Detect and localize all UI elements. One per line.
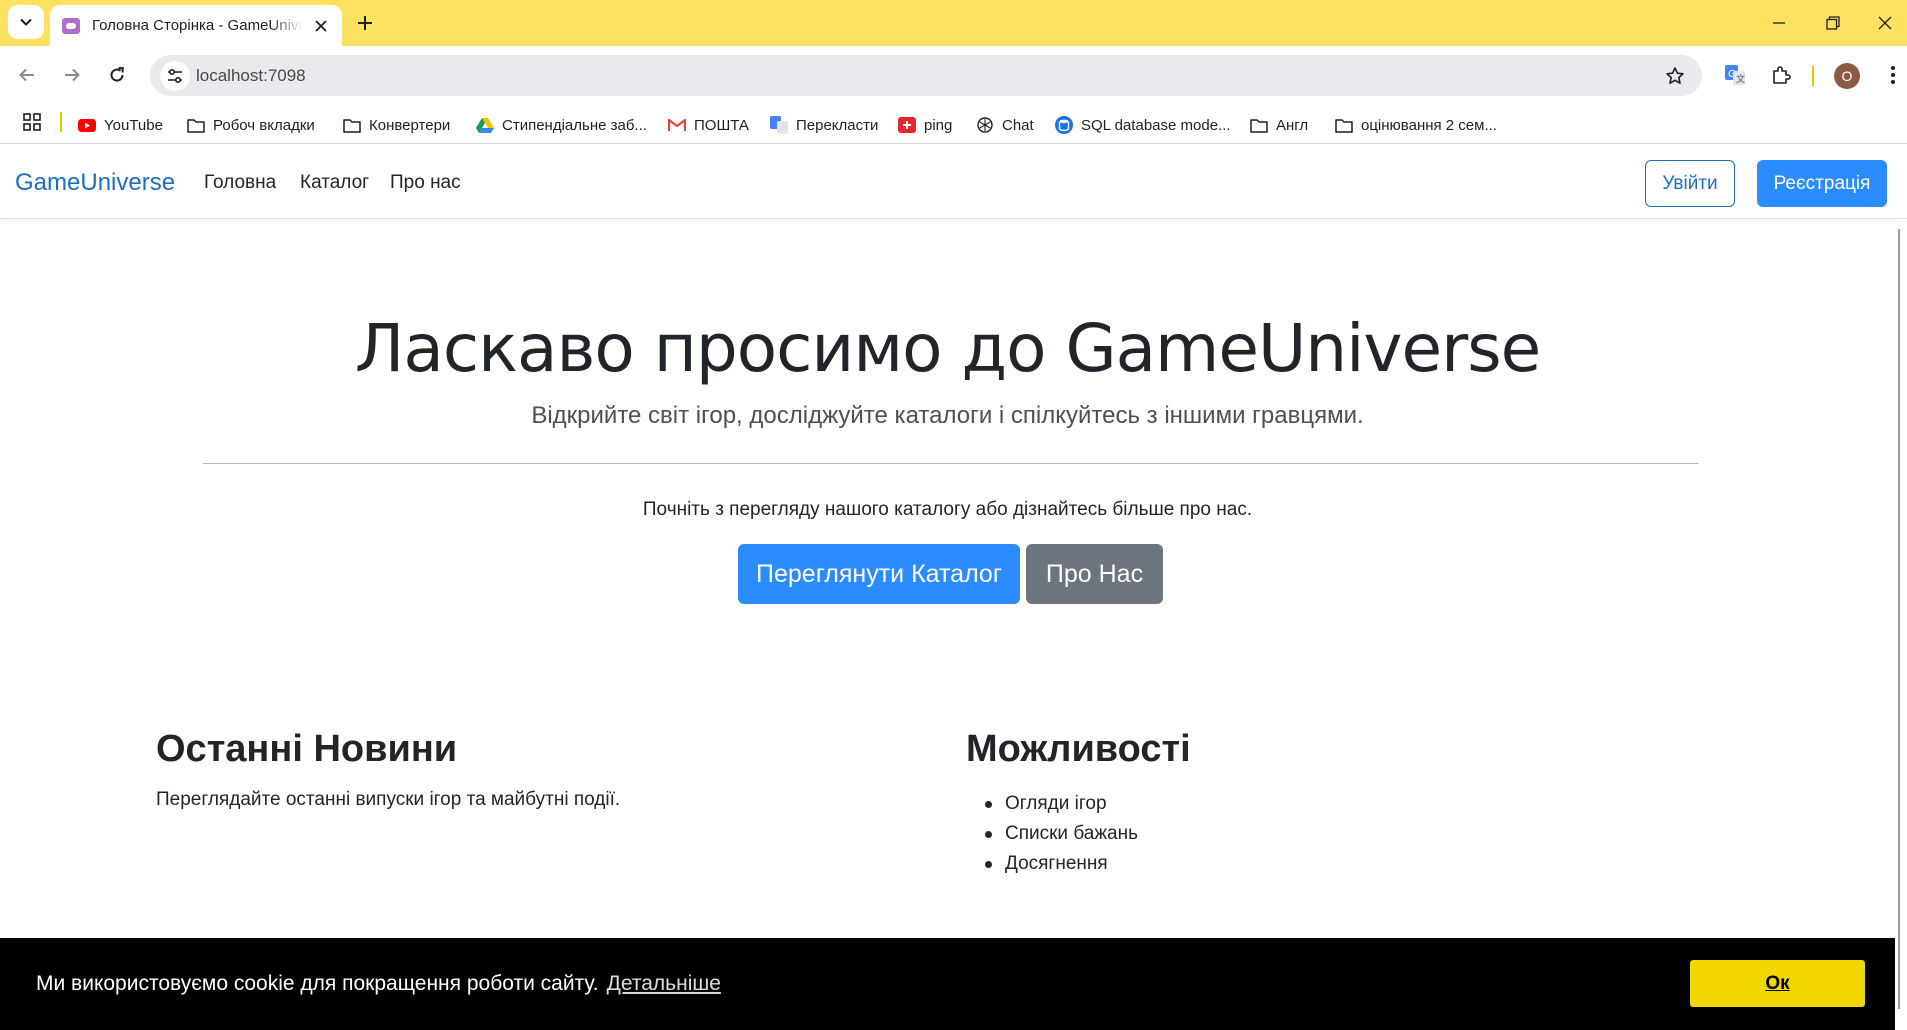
- hero-lead-text: Почніть з перегляду нашого каталогу або …: [642, 499, 1253, 520]
- folder-icon: [187, 116, 205, 134]
- features-list: Огляди ігор Списки бажань Досягнення: [984, 789, 1138, 879]
- list-item: Досягнення: [984, 849, 1138, 879]
- list-item: Огляди ігор: [984, 789, 1138, 819]
- translate-icon: [770, 116, 788, 134]
- site-info-tune-icon[interactable]: [160, 61, 190, 91]
- url-text: localhost:7098: [196, 66, 306, 85]
- hero-divider: [203, 463, 1698, 464]
- new-tab-plus-icon[interactable]: [352, 10, 378, 36]
- features-heading: Можливості: [966, 728, 1191, 770]
- restore-icon[interactable]: [1818, 8, 1848, 38]
- site-brand-link[interactable]: GameUniverse: [15, 169, 175, 197]
- hero-subtitle: Відкрийте світ ігор, досліджуйте каталог…: [531, 402, 1364, 429]
- tab-close-icon[interactable]: [312, 17, 330, 35]
- bookmarks-separator: [60, 112, 62, 132]
- bookmark-konverteri[interactable]: Конвертери: [343, 113, 450, 137]
- scrollbar-thumb[interactable]: [1898, 229, 1900, 1009]
- bookmark-angl[interactable]: Англ: [1250, 113, 1308, 137]
- drive-icon: [476, 116, 494, 134]
- tab-search-button[interactable]: [8, 5, 44, 39]
- nav-link-catalog[interactable]: Каталог: [300, 172, 369, 194]
- page-scrollbar[interactable]: [1895, 219, 1907, 1030]
- cookie-banner: Ми використовуємо cookie для покращення …: [0, 938, 1895, 1030]
- minimize-icon[interactable]: [1764, 8, 1794, 38]
- news-heading: Останні Новини: [156, 728, 458, 770]
- active-tab[interactable]: Головна Сторінка - GameUniverse: [50, 5, 342, 46]
- register-button[interactable]: Реєстрація: [1757, 160, 1887, 207]
- window-close-icon[interactable]: [1870, 8, 1900, 38]
- cookie-message: Ми використовуємо cookie для покращення …: [36, 972, 721, 996]
- cookie-ok-button[interactable]: Ок: [1690, 960, 1865, 1007]
- bookmark-pereklasty[interactable]: Перекласти: [770, 113, 878, 137]
- reload-icon[interactable]: [104, 62, 130, 88]
- extensions-puzzle-icon[interactable]: [1768, 62, 1794, 88]
- nav-link-about[interactable]: Про нас: [390, 172, 461, 194]
- bookmark-chat[interactable]: Chat: [976, 113, 1034, 137]
- youtube-icon: [78, 116, 96, 134]
- back-arrow-icon[interactable]: [14, 62, 40, 88]
- bookmark-stypendialne[interactable]: Стипендіальне заб...: [476, 113, 647, 137]
- bookmark-sql-database[interactable]: SQL database mode...: [1055, 113, 1231, 137]
- bookmark-poshta[interactable]: ПОШТА: [668, 113, 749, 137]
- bookmark-star-icon[interactable]: [1664, 65, 1686, 87]
- bookmark-otsiniuvannia[interactable]: оцінювання 2 сем...: [1335, 113, 1497, 137]
- ping-icon: [898, 116, 916, 134]
- hero-title: Ласкаво просимо до GameUniverse: [354, 310, 1541, 387]
- database-icon: [1055, 116, 1073, 134]
- gamepad-favicon-icon: [62, 17, 80, 34]
- toolbar-separator: [1812, 66, 1814, 86]
- gmail-icon: [668, 116, 686, 134]
- chevron-down-icon: [20, 18, 32, 26]
- about-us-button[interactable]: Про Нас: [1026, 544, 1163, 604]
- browser-tabstrip: Головна Сторінка - GameUniverse: [0, 0, 1907, 46]
- folder-icon: [1250, 116, 1268, 134]
- bookmark-youtube[interactable]: YouTube: [78, 113, 163, 137]
- login-button[interactable]: Увійти: [1645, 160, 1735, 207]
- view-catalog-button[interactable]: Переглянути Каталог: [738, 544, 1020, 604]
- tab-title: Головна Сторінка - GameUniverse: [92, 17, 302, 34]
- news-text: Переглядайте останні випуски ігор та май…: [156, 789, 621, 810]
- bookmark-ping[interactable]: ping: [898, 113, 952, 137]
- browser-toolbar: localhost:7098 G文 O: [0, 46, 1907, 104]
- chatgpt-icon: [976, 116, 994, 134]
- forward-arrow-icon[interactable]: [59, 62, 85, 88]
- bookmark-robochi-vkladky[interactable]: Робоч вкладки: [187, 113, 315, 137]
- folder-icon: [343, 116, 361, 134]
- svg-text:文: 文: [1736, 73, 1745, 85]
- site-navbar: GameUniverse Головна Каталог Про нас Уві…: [0, 145, 1907, 219]
- google-translate-icon[interactable]: G文: [1722, 62, 1748, 88]
- nav-link-home[interactable]: Головна: [204, 172, 276, 194]
- address-bar[interactable]: localhost:7098: [150, 55, 1702, 96]
- web-page: GameUniverse Головна Каталог Про нас Уві…: [0, 145, 1907, 1030]
- apps-grid-icon[interactable]: [22, 112, 42, 132]
- more-vertical-icon[interactable]: [1880, 62, 1906, 88]
- folder-icon: [1335, 116, 1353, 134]
- cookie-message-text: Ми використовуємо cookie для покращення …: [36, 972, 599, 995]
- cookie-more-link[interactable]: Детальніше: [607, 972, 721, 995]
- list-item: Списки бажань: [984, 819, 1138, 849]
- profile-avatar[interactable]: O: [1834, 63, 1860, 89]
